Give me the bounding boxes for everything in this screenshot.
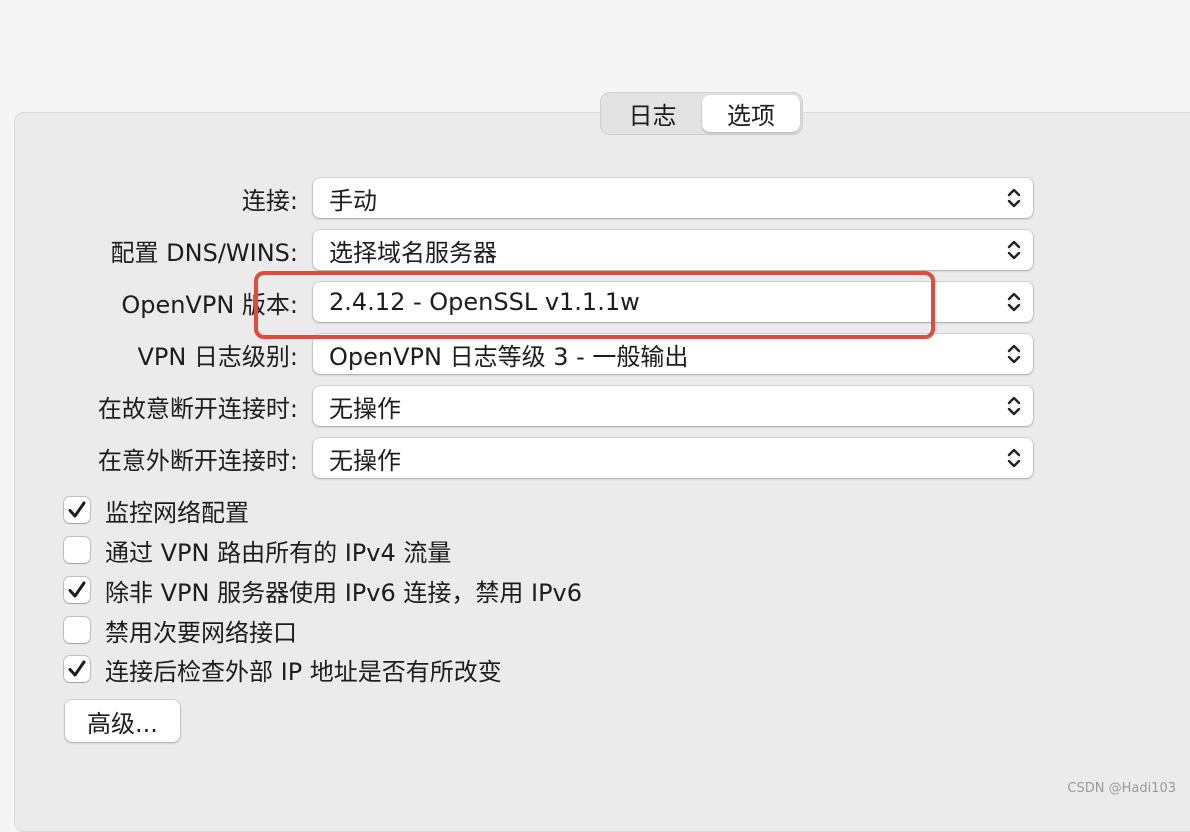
intentional-disconnect-popup[interactable]: 无操作 xyxy=(313,386,1033,426)
unexpected-disconnect-popup[interactable]: 无操作 xyxy=(313,438,1033,478)
up-down-chevron-icon xyxy=(1007,396,1021,416)
tab-log[interactable]: 日志 xyxy=(603,95,702,132)
checkmark-icon xyxy=(68,660,86,677)
unexpected-disconnect-value: 无操作 xyxy=(329,446,401,475)
unexpected-disconnect-label: 在意外断开连接时: xyxy=(97,446,298,475)
advanced-button[interactable]: 高级... xyxy=(65,700,180,742)
intentional-disconnect-value: 无操作 xyxy=(329,394,401,423)
up-down-chevron-icon xyxy=(1007,344,1021,364)
up-down-chevron-icon xyxy=(1007,188,1021,208)
checkbox-label: 禁用次要网络接口 xyxy=(105,618,297,647)
connect-value: 手动 xyxy=(329,186,377,215)
checkbox-row-disable-secondary-interfaces[interactable]: 禁用次要网络接口 xyxy=(64,614,297,647)
dns-label: 配置 DNS/WINS: xyxy=(110,238,298,267)
checkbox-label: 除非 VPN 服务器使用 IPv6 连接，禁用 IPv6 xyxy=(105,578,583,607)
checkmark-icon xyxy=(68,501,86,518)
watermark: CSDN @Hadi103 xyxy=(1067,781,1176,796)
setting-row-log-level: VPN 日志级别: OpenVPN 日志等级 3 - 一般输出 xyxy=(0,334,1040,374)
setting-row-unexpected-disconnect: 在意外断开连接时: 无操作 xyxy=(0,438,1040,478)
checkbox-row-monitor-network[interactable]: 监控网络配置 xyxy=(64,494,249,527)
connect-popup[interactable]: 手动 xyxy=(313,178,1033,218)
checkbox-label: 监控网络配置 xyxy=(105,498,249,527)
setting-row-connect: 连接: 手动 xyxy=(0,178,1040,218)
checkbox-row-route-ipv4[interactable]: 通过 VPN 路由所有的 IPv4 流量 xyxy=(64,534,452,567)
up-down-chevron-icon xyxy=(1007,240,1021,260)
setting-row-dns: 配置 DNS/WINS: 选择域名服务器 xyxy=(0,230,1040,270)
checkbox[interactable] xyxy=(64,656,90,682)
checkbox[interactable] xyxy=(64,577,90,603)
checkmark-icon xyxy=(68,581,86,598)
setting-row-intentional-disconnect: 在故意断开连接时: 无操作 xyxy=(0,386,1040,426)
openvpn-version-value: 2.4.12 - OpenSSL v1.1.1w xyxy=(329,288,640,316)
checkbox[interactable] xyxy=(64,497,90,523)
checkbox-row-check-external-ip[interactable]: 连接后检查外部 IP 地址是否有所改变 xyxy=(64,653,502,686)
checkbox-label: 通过 VPN 路由所有的 IPv4 流量 xyxy=(105,538,452,567)
tab-options[interactable]: 选项 xyxy=(702,95,800,132)
log-level-label: VPN 日志级别: xyxy=(137,342,298,371)
openvpn-version-label: OpenVPN 版本: xyxy=(121,290,298,319)
openvpn-version-popup[interactable]: 2.4.12 - OpenSSL v1.1.1w xyxy=(313,282,1033,322)
log-level-value: OpenVPN 日志等级 3 - 一般输出 xyxy=(329,342,689,371)
log-level-popup[interactable]: OpenVPN 日志等级 3 - 一般输出 xyxy=(313,334,1033,374)
intentional-disconnect-label: 在故意断开连接时: xyxy=(97,394,298,423)
up-down-chevron-icon xyxy=(1007,448,1021,468)
dns-popup[interactable]: 选择域名服务器 xyxy=(313,230,1033,270)
dns-value: 选择域名服务器 xyxy=(329,238,497,267)
connect-label: 连接: xyxy=(241,186,298,215)
setting-row-openvpn-version: OpenVPN 版本: 2.4.12 - OpenSSL v1.1.1w xyxy=(0,282,1040,322)
up-down-chevron-icon xyxy=(1007,292,1021,312)
tab-bar: 日志 选项 xyxy=(600,92,803,135)
checkbox[interactable] xyxy=(64,617,90,643)
checkbox[interactable] xyxy=(64,537,90,563)
checkbox-row-disable-ipv6[interactable]: 除非 VPN 服务器使用 IPv6 连接，禁用 IPv6 xyxy=(64,574,583,607)
checkbox-label: 连接后检查外部 IP 地址是否有所改变 xyxy=(105,657,502,686)
